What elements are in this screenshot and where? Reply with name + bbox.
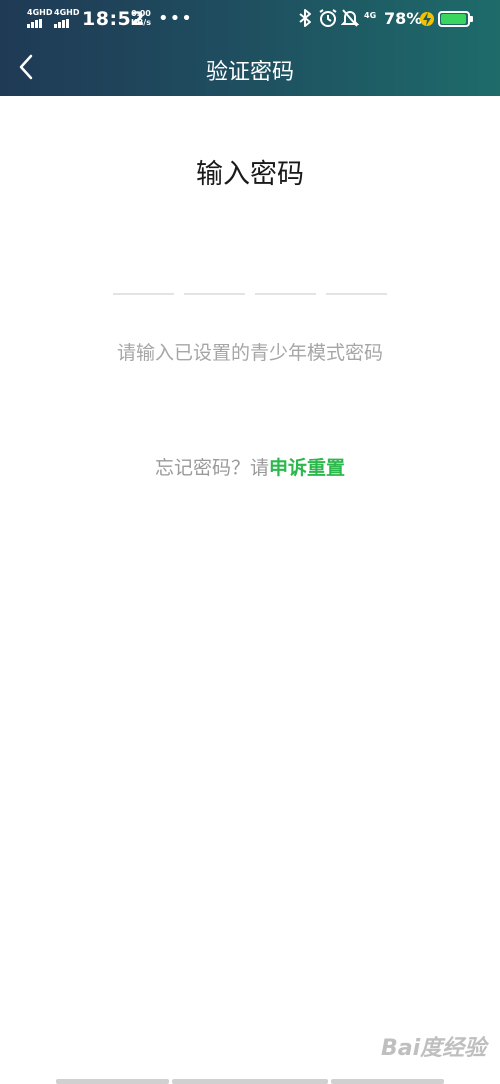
- forgot-password-line: 忘记密码？请申诉重置: [0, 453, 500, 480]
- forgot-password-text: 忘记密码？请: [154, 457, 269, 479]
- signal-bars-icon: [54, 19, 79, 28]
- password-hint: 请输入已设置的青少年模式密码: [116, 342, 383, 364]
- sim1-label: 4GHD: [27, 8, 53, 17]
- speed-unit: KB/s: [131, 18, 151, 27]
- status-bar: 4GHD 4GHD 18:52 0.00 KB/s ••• 4G 78%: [0, 0, 500, 40]
- pin-slot-4[interactable]: [326, 293, 387, 295]
- pin-slot-3[interactable]: [255, 293, 316, 295]
- appeal-reset-link[interactable]: 申诉重置: [269, 457, 345, 479]
- battery-percent: 78%: [384, 9, 423, 28]
- battery-icon: [438, 11, 473, 27]
- pin-slot-1[interactable]: [113, 293, 174, 295]
- top-bar: 4GHD 4GHD 18:52 0.00 KB/s ••• 4G 78% 验证密…: [0, 0, 500, 96]
- network-type: 4G: [364, 11, 377, 20]
- watermark-logo: Bai度经验: [381, 1036, 487, 1061]
- nav-bar-segment-right: [331, 1079, 444, 1084]
- enter-password-heading: 输入密码: [196, 159, 304, 190]
- sim2-signal: 4GHD: [54, 9, 79, 28]
- more-notifications-icon: •••: [158, 8, 193, 29]
- speed-value: 0.00: [131, 9, 151, 18]
- page-title: 验证密码: [205, 60, 294, 85]
- sim2-label: 4GHD: [54, 8, 80, 17]
- password-input[interactable]: [113, 293, 387, 295]
- mute-bell-icon: [341, 9, 359, 27]
- pin-slot-2[interactable]: [184, 293, 245, 295]
- battery-fill: [441, 14, 466, 24]
- bluetooth-icon: [299, 9, 311, 27]
- network-speed: 0.00 KB/s: [131, 9, 151, 27]
- charging-icon: [420, 12, 434, 26]
- sim1-signal: 4GHD: [27, 9, 52, 28]
- nav-bar-segment-center: [172, 1079, 328, 1084]
- signal-bars-icon: [27, 19, 52, 28]
- alarm-icon: [319, 9, 337, 27]
- nav-bar-segment-left: [56, 1079, 169, 1084]
